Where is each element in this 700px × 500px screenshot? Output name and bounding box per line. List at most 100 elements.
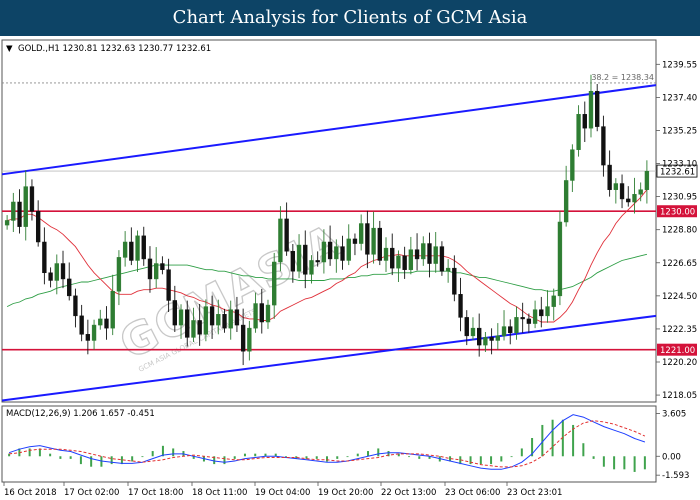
- macd-histogram-bar: [28, 448, 31, 457]
- bull-candle: [4, 220, 10, 226]
- bull-candle: [557, 221, 563, 297]
- bull-candle: [122, 241, 128, 258]
- bull-candle: [371, 227, 376, 255]
- bull-candle: [110, 290, 115, 329]
- bull-candle: [278, 218, 283, 263]
- price-tick-label: 1233.10: [662, 160, 697, 170]
- bear-candle: [284, 218, 289, 252]
- bear-candle: [303, 244, 308, 275]
- date-axis: 16 Oct 2018 17 Oct 02:00 17 Oct 18:00 18 Oc…: [3, 482, 562, 498]
- bear-candle: [259, 303, 264, 323]
- price-tick-label: 1222.35: [662, 325, 697, 335]
- macd-histogram-bar: [141, 456, 144, 458]
- macd-histogram-bar: [69, 456, 72, 459]
- bull-candle: [321, 241, 327, 263]
- fib-label: 38.2 = 1238.34: [591, 73, 654, 82]
- macd-histogram-bar: [520, 448, 523, 457]
- bear-candle: [17, 201, 22, 227]
- date-tick-label: 16 Oct 2018: [4, 488, 57, 498]
- price-tick-label: 1228.80: [662, 226, 697, 236]
- bear-candle: [452, 267, 457, 295]
- bear-candle: [365, 223, 370, 255]
- bull-candle: [228, 309, 233, 329]
- bear-candle: [172, 300, 177, 326]
- bear-candle: [619, 183, 625, 200]
- bull-candle: [396, 255, 401, 269]
- bull-candle: [563, 180, 569, 223]
- bear-candle: [85, 334, 91, 341]
- macd-histogram-bar: [623, 456, 626, 470]
- bear-candle: [166, 269, 171, 301]
- date-tick-label: 18 Oct 11:00: [192, 488, 247, 498]
- bull-candle: [247, 327, 252, 352]
- macd-histogram-bar: [151, 451, 154, 457]
- bull-candle: [470, 327, 476, 337]
- date-tick-label: 19 Oct 20:00: [318, 488, 373, 498]
- date-tick-label: 19 Oct 04:00: [255, 488, 310, 498]
- date-tick-label: 17 Oct 02:00: [64, 488, 119, 498]
- macd-histogram-bar: [59, 456, 62, 459]
- macd-histogram-bar: [469, 456, 472, 465]
- macd-histogram-bar: [479, 456, 482, 465]
- bull-candle: [191, 320, 196, 338]
- bear-candle: [79, 315, 84, 335]
- macd-histogram-bar: [110, 456, 113, 465]
- macd-histogram-bar: [408, 456, 411, 458]
- bear-candle: [352, 238, 358, 244]
- macd-histogram-bar: [346, 456, 349, 458]
- price-tick-label: 1224.50: [662, 292, 697, 302]
- macd-histogram-bar: [223, 456, 226, 465]
- banner-title: Chart Analysis for Clients of GCM Asia: [172, 7, 528, 28]
- bull-candle: [421, 243, 426, 260]
- bull-candle: [98, 318, 103, 326]
- bull-candle: [532, 309, 538, 324]
- bull-candle: [346, 238, 351, 261]
- macd-histogram-bar: [551, 419, 554, 457]
- bull-candle: [265, 304, 271, 323]
- bear-candle: [147, 258, 153, 280]
- macd-histogram-bar: [49, 453, 52, 457]
- bull-candle: [570, 149, 575, 181]
- bear-candle: [402, 255, 407, 270]
- macd-histogram-bar: [336, 456, 339, 459]
- bull-candle: [178, 309, 184, 326]
- macd-histogram-bar: [326, 456, 328, 462]
- bear-candle: [197, 320, 202, 335]
- bull-candle: [358, 223, 364, 244]
- title-banner: Chart Analysis for Clients of GCM Asia: [0, 0, 700, 36]
- bear-candle: [160, 263, 165, 270]
- bear-candle: [209, 306, 215, 326]
- bear-candle: [48, 272, 53, 281]
- date-tick-label: 17 Oct 18:00: [128, 488, 183, 498]
- date-tick-label: 22 Oct 13:00: [381, 488, 436, 498]
- bull-candle: [445, 267, 451, 272]
- bear-candle: [240, 324, 246, 352]
- date-tick-label: 23 Oct 06:00: [445, 488, 500, 498]
- bull-candle: [408, 249, 414, 270]
- bull-candle: [334, 246, 339, 260]
- macd-histogram-bar: [418, 456, 421, 459]
- bull-candle: [272, 261, 277, 306]
- bear-candle: [626, 198, 631, 203]
- bear-candle: [414, 249, 420, 260]
- bull-candle: [309, 260, 314, 275]
- macd-histogram-bar: [367, 451, 370, 457]
- bear-candle: [464, 317, 469, 337]
- macd-histogram-bar: [243, 453, 246, 457]
- bear-candle: [526, 318, 532, 324]
- collapse-triangle-icon[interactable]: ▼: [6, 44, 13, 54]
- bull-candle: [203, 306, 209, 335]
- macd-histogram-bar: [315, 456, 318, 459]
- bear-candle: [315, 260, 320, 263]
- bear-candle: [185, 309, 190, 338]
- macd-tick-label: 3.605: [662, 410, 686, 420]
- macd-histogram-bar: [172, 448, 175, 457]
- price-tick-label: 1237.40: [662, 93, 697, 103]
- bear-candle: [222, 314, 227, 329]
- bull-candle: [483, 337, 488, 346]
- bear-candle: [601, 126, 606, 166]
- macd-tick-label: -1.593: [662, 471, 689, 481]
- bull-candle: [501, 326, 507, 337]
- price-tick-label: 1220.20: [662, 358, 697, 368]
- bear-candle: [377, 227, 382, 261]
